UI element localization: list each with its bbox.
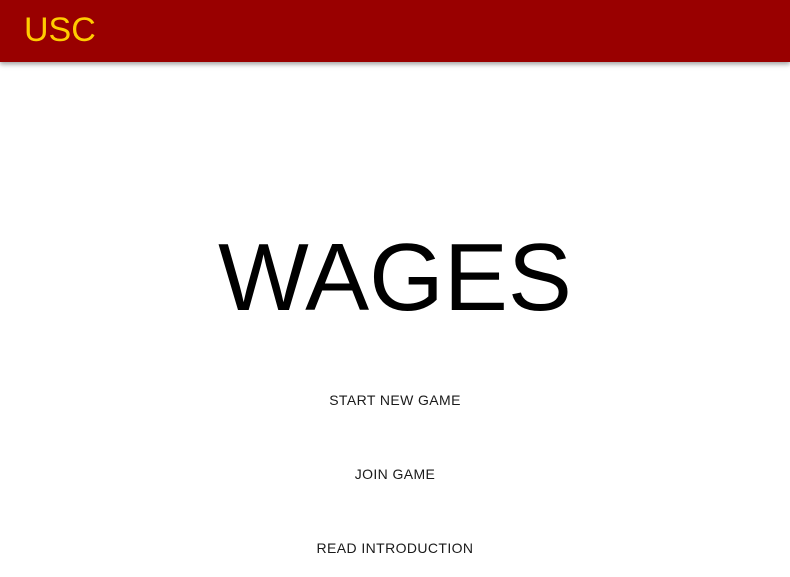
start-new-game-button[interactable]: START NEW GAME: [245, 382, 545, 418]
main-content: WAGES START NEW GAME JOIN GAME READ INTR…: [0, 62, 790, 577]
app-bar: USC: [0, 0, 790, 62]
game-title: WAGES: [218, 224, 572, 331]
join-game-button[interactable]: JOIN GAME: [245, 456, 545, 492]
read-introduction-button[interactable]: READ INTRODUCTION: [245, 530, 545, 566]
brand-logo-text: USC: [24, 11, 96, 49]
